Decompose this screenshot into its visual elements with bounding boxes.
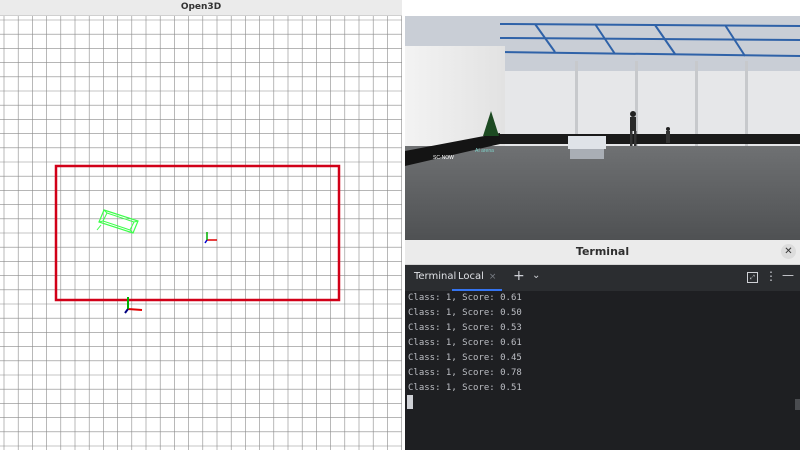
- terminal-window: Terminal ✕ Terminal Local × + ⌄ ⤢ ⋮ — Cla…: [405, 240, 800, 450]
- terminal-tab-bar: Terminal Local × + ⌄ ⤢ ⋮ —: [405, 265, 800, 291]
- camera-view: SC-NOW AI arena: [405, 16, 800, 240]
- output-line: Class: 1, Score: 0.50: [408, 308, 522, 318]
- arena-floor: [405, 146, 800, 240]
- center-axes-marker: [204, 232, 217, 244]
- terminal-cursor: [407, 395, 413, 409]
- more-options-icon[interactable]: ⋮: [765, 269, 777, 283]
- terminal-output[interactable]: Class: 1, Score: 0.61 Class: 1, Score: 0…: [405, 291, 800, 450]
- point-cloud-viewport[interactable]: [0, 16, 402, 450]
- minimize-icon[interactable]: —: [782, 268, 794, 282]
- add-tab-icon[interactable]: +: [513, 268, 525, 284]
- open3d-title: Open3D: [180, 2, 222, 12]
- viewport-svg: [0, 16, 402, 450]
- tab-close-icon[interactable]: ×: [489, 272, 497, 282]
- tab-local-label: Local: [458, 271, 484, 282]
- barrier-text-1: SC-NOW: [433, 155, 454, 161]
- tab-terminal-label: Terminal: [414, 271, 457, 282]
- terminal-scrollbar[interactable]: [795, 399, 800, 410]
- background-figure: [666, 127, 670, 143]
- back-barrier: [500, 134, 800, 144]
- barrier-text-2: AI arena: [475, 148, 494, 154]
- close-icon[interactable]: ✕: [781, 244, 796, 259]
- ground-grid: [0, 16, 402, 450]
- output-line: Class: 1, Score: 0.45: [408, 353, 522, 363]
- terminal-title: Terminal: [575, 245, 630, 258]
- terminal-title-bar: Terminal ✕: [405, 240, 800, 265]
- open3d-window: Open3D: [0, 0, 402, 450]
- output-line: Class: 1, Score: 0.61: [408, 293, 522, 303]
- cargo-pallet: [568, 136, 606, 159]
- camera-scene-svg: SC-NOW AI arena: [405, 16, 800, 240]
- output-line: Class: 1, Score: 0.51: [408, 383, 522, 393]
- expand-icon[interactable]: ⤢: [747, 272, 758, 283]
- output-line: Class: 1, Score: 0.78: [408, 368, 522, 378]
- open3d-title-bar: Open3D: [0, 0, 402, 16]
- chevron-down-icon[interactable]: ⌄: [532, 270, 540, 281]
- output-line: Class: 1, Score: 0.61: [408, 338, 522, 348]
- output-line: Class: 1, Score: 0.53: [408, 323, 522, 333]
- tab-local[interactable]: Local ×: [452, 265, 503, 291]
